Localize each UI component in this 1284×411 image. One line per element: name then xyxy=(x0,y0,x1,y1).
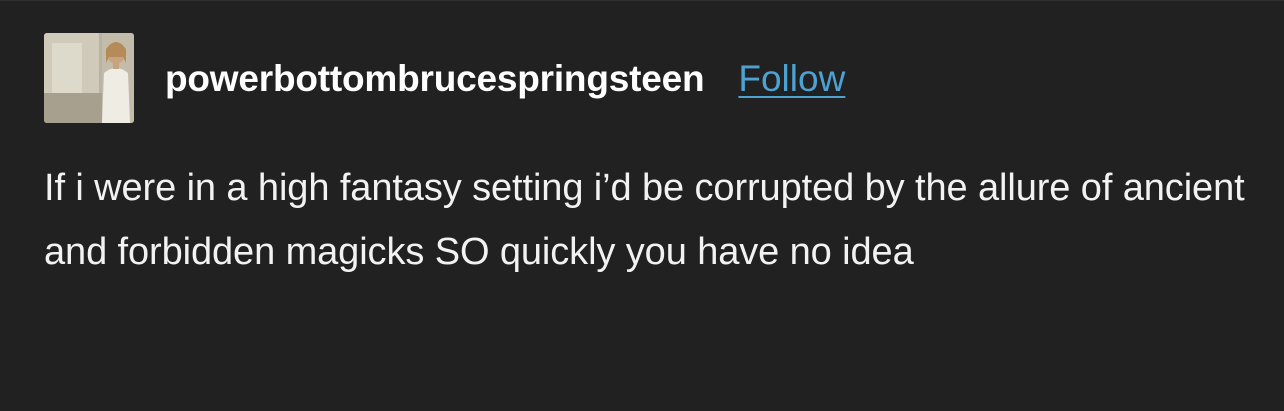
post-text: If i were in a high fantasy setting i’d … xyxy=(44,167,1245,273)
follow-link[interactable]: Follow xyxy=(738,60,845,97)
post-card: powerbottombrucespringsteen Follow If i … xyxy=(0,0,1284,411)
avatar[interactable] xyxy=(44,33,134,123)
avatar-photo-icon xyxy=(44,33,134,123)
post-header: powerbottombrucespringsteen Follow xyxy=(44,33,845,123)
username[interactable]: powerbottombrucespringsteen xyxy=(165,60,705,97)
post-body: If i were in a high fantasy setting i’d … xyxy=(44,156,1254,284)
